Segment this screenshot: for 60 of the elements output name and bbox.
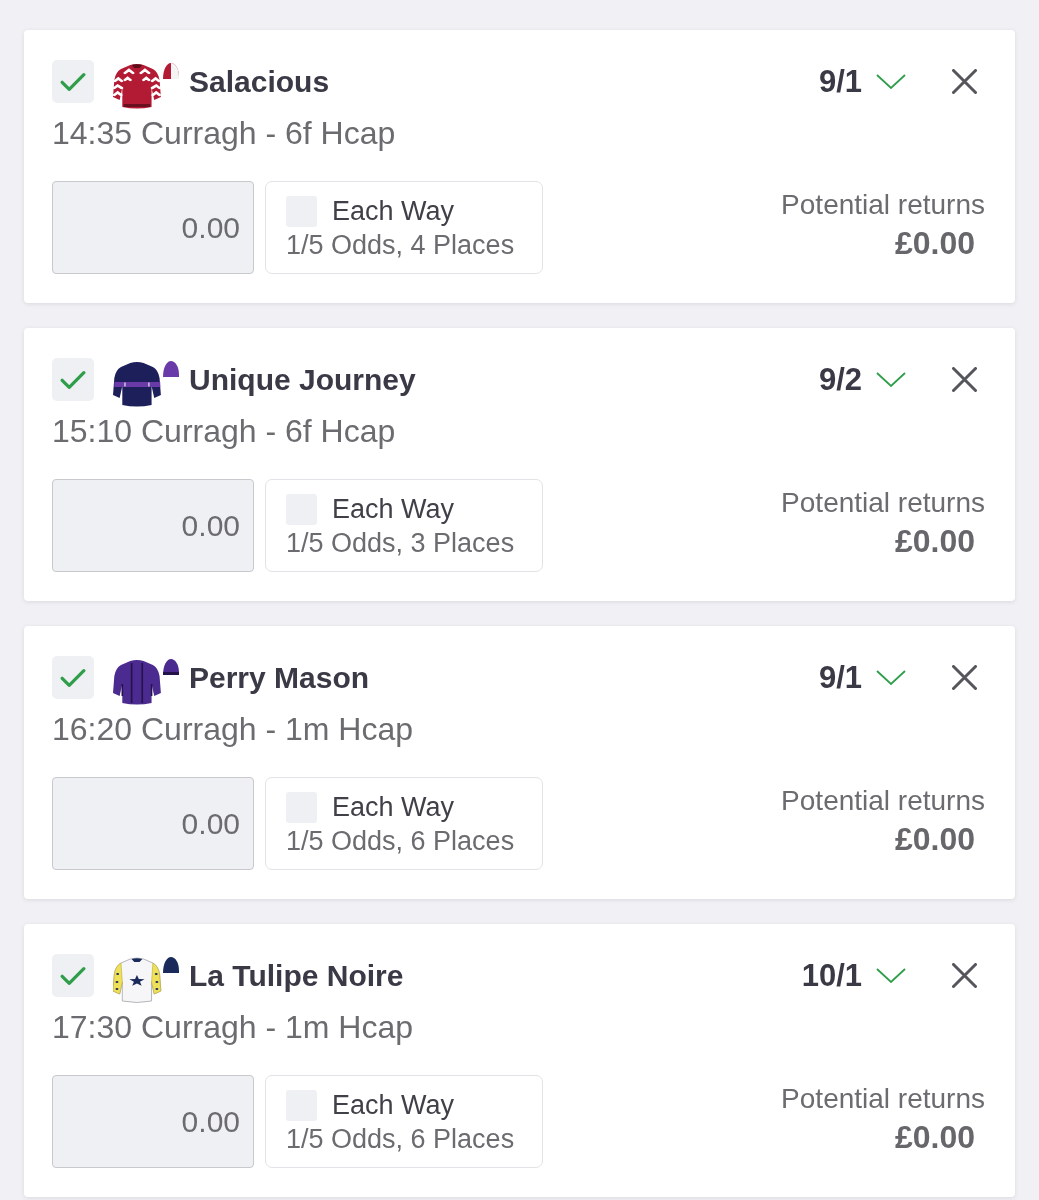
each-way-label: Each Way — [332, 1090, 455, 1121]
checkmark-icon — [60, 965, 86, 986]
stake-input[interactable]: 0.00 — [52, 777, 254, 870]
horse-name: La Tulipe Noire — [189, 958, 404, 994]
checkmark-icon — [60, 667, 86, 688]
close-icon — [952, 69, 977, 94]
jockey-silks-icon — [113, 656, 179, 706]
remove-bet-button[interactable] — [952, 69, 977, 94]
bet-checkbox[interactable] — [52, 954, 94, 997]
bet-checkbox[interactable] — [52, 358, 94, 401]
each-way-label: Each Way — [332, 792, 455, 823]
jockey-silks-icon — [113, 358, 179, 408]
checkmark-icon — [60, 71, 86, 92]
returns-label: Potential returns — [781, 1082, 985, 1115]
each-way-terms: 1/5 Odds, 6 Places — [286, 826, 516, 857]
each-way-option[interactable]: Each Way 1/5 Odds, 3 Places — [265, 479, 543, 572]
horse-name: Perry Mason — [189, 660, 370, 696]
race-details: 14:35 Curragh - 6f Hcap — [52, 115, 397, 152]
chevron-down-icon — [876, 372, 906, 387]
remove-bet-button[interactable] — [952, 963, 977, 988]
each-way-option[interactable]: Each Way 1/5 Odds, 6 Places — [265, 1075, 543, 1168]
jockey-silks-icon — [113, 954, 179, 1004]
remove-bet-button[interactable] — [952, 367, 977, 392]
horse-name: Salacious — [189, 64, 330, 100]
each-way-label: Each Way — [332, 494, 455, 525]
odds-dropdown[interactable]: 9/1 — [818, 656, 906, 699]
remove-bet-button[interactable] — [952, 665, 977, 690]
stake-input[interactable]: 0.00 — [52, 181, 254, 274]
chevron-down-icon — [876, 74, 906, 89]
race-details: 15:10 Curragh - 6f Hcap — [52, 413, 397, 450]
stake-input[interactable]: 0.00 — [52, 1075, 254, 1168]
race-details: 16:20 Curragh - 1m Hcap — [52, 711, 415, 748]
returns-amount: £0.00 — [894, 820, 975, 857]
close-icon — [952, 665, 977, 690]
returns-label: Potential returns — [781, 784, 985, 817]
chevron-down-icon — [876, 968, 906, 983]
checkmark-icon — [60, 369, 86, 390]
odds-dropdown[interactable]: 10/1 — [801, 954, 906, 997]
chevron-down-icon — [876, 670, 906, 685]
odds-dropdown[interactable]: 9/2 — [818, 358, 906, 401]
returns-label: Potential returns — [781, 188, 985, 221]
bet-checkbox[interactable] — [52, 656, 94, 699]
each-way-option[interactable]: Each Way 1/5 Odds, 4 Places — [265, 181, 543, 274]
bet-checkbox[interactable] — [52, 60, 94, 103]
returns-amount: £0.00 — [894, 522, 975, 559]
close-icon — [952, 963, 977, 988]
returns-amount: £0.00 — [894, 1118, 975, 1155]
jockey-silks-icon — [113, 60, 179, 110]
each-way-terms: 1/5 Odds, 4 Places — [286, 230, 516, 261]
race-details: 17:30 Curragh - 1m Hcap — [52, 1009, 415, 1046]
close-icon — [952, 367, 977, 392]
odds-dropdown[interactable]: 9/1 — [818, 60, 906, 103]
each-way-terms: 1/5 Odds, 6 Places — [286, 1124, 516, 1155]
returns-amount: £0.00 — [894, 224, 975, 261]
horse-name: Unique Journey — [189, 362, 416, 398]
each-way-option[interactable]: Each Way 1/5 Odds, 6 Places — [265, 777, 543, 870]
returns-label: Potential returns — [781, 486, 985, 519]
each-way-label: Each Way — [332, 196, 455, 227]
each-way-terms: 1/5 Odds, 3 Places — [286, 528, 516, 559]
stake-input[interactable]: 0.00 — [52, 479, 254, 572]
